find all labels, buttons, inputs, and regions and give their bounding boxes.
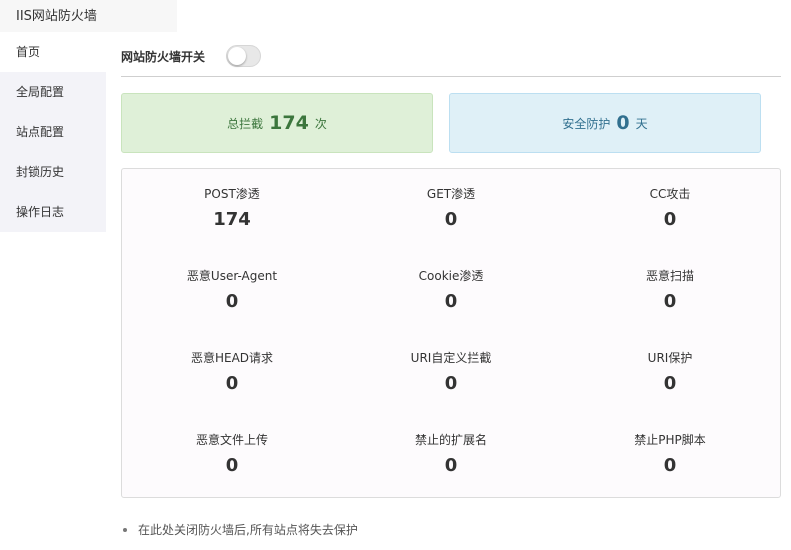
stat-value: 0 xyxy=(225,373,239,394)
total-block-label: 总拦截 xyxy=(227,116,264,131)
total-block-count: 174 xyxy=(269,112,309,134)
total-block-card: 总拦截 174 次 xyxy=(121,93,433,153)
safe-days-card: 安全防护 0 天 xyxy=(449,93,761,153)
stat-label: 禁止PHP脚本 xyxy=(634,433,706,447)
stat-value: 0 xyxy=(225,455,239,476)
stat-value: 0 xyxy=(444,373,458,394)
stat-uri-custom-block: URI自定义拦截 0 xyxy=(361,349,541,394)
safe-days-count: 0 xyxy=(616,112,630,134)
stat-get-penetration: GET渗透 0 xyxy=(361,185,541,230)
stat-malicious-user-agent: 恶意User-Agent 0 xyxy=(142,267,322,312)
sidebar: 首页 全局配置 站点配置 封锁历史 操作日志 xyxy=(0,32,106,232)
stat-uri-protection: URI保护 0 xyxy=(580,349,760,394)
stat-label: 禁止的扩展名 xyxy=(414,433,487,447)
stat-value: 0 xyxy=(663,291,677,312)
sidebar-item-home[interactable]: 首页 xyxy=(0,32,106,72)
stat-label: 恶意User-Agent xyxy=(186,269,278,283)
sidebar-item-block-history[interactable]: 封锁历史 xyxy=(0,152,106,192)
sidebar-item-operation-log[interactable]: 操作日志 xyxy=(0,192,106,232)
stat-value: 0 xyxy=(663,209,677,230)
stat-value: 0 xyxy=(663,455,677,476)
stat-forbid-php-script: 禁止PHP脚本 0 xyxy=(580,431,760,476)
stat-value: 174 xyxy=(213,209,251,230)
stat-value: 0 xyxy=(444,291,458,312)
stat-malicious-file-upload: 恶意文件上传 0 xyxy=(142,431,322,476)
firewall-toggle[interactable] xyxy=(226,45,261,67)
stat-label: 恶意文件上传 xyxy=(195,433,268,447)
window-title-bar: IIS网站防火墙 xyxy=(0,0,177,32)
stat-value: 0 xyxy=(663,373,677,394)
sidebar-item-global-config[interactable]: 全局配置 xyxy=(0,72,106,112)
stat-value: 0 xyxy=(225,291,239,312)
total-block-unit: 次 xyxy=(314,116,327,131)
stat-label: 恶意扫描 xyxy=(645,269,694,283)
stat-label: CC攻击 xyxy=(649,187,691,201)
sidebar-item-site-config[interactable]: 站点配置 xyxy=(0,112,106,152)
stat-label: 恶意HEAD请求 xyxy=(190,351,274,365)
divider xyxy=(121,76,781,77)
stat-post-penetration: POST渗透 174 xyxy=(142,185,322,230)
window-title: IIS网站防火墙 xyxy=(16,9,97,24)
stat-label: URI保护 xyxy=(647,351,693,365)
stat-label: URI自定义拦截 xyxy=(410,351,492,365)
stat-malicious-head-request: 恶意HEAD请求 0 xyxy=(142,349,322,394)
note-item: 在此处关闭防火墙后,所有站点将失去保护 xyxy=(121,520,358,540)
notes-list: 在此处关闭防火墙后,所有站点将失去保护 xyxy=(121,520,358,540)
toggle-knob xyxy=(228,47,246,65)
stat-label: GET渗透 xyxy=(426,187,476,201)
attack-stats-panel: POST渗透 174 GET渗透 0 CC攻击 0 恶意User-Agent 0… xyxy=(121,168,781,498)
stat-value: 0 xyxy=(444,455,458,476)
safe-days-label: 安全防护 xyxy=(562,116,611,131)
stat-cc-attack: CC攻击 0 xyxy=(580,185,760,230)
stat-label: POST渗透 xyxy=(204,187,260,201)
stat-cookie-penetration: Cookie渗透 0 xyxy=(361,267,541,312)
firewall-switch-label: 网站防火墙开关 xyxy=(121,50,206,64)
stat-value: 0 xyxy=(444,209,458,230)
stat-forbidden-extension: 禁止的扩展名 0 xyxy=(361,431,541,476)
stat-label: Cookie渗透 xyxy=(418,269,484,283)
safe-days-unit: 天 xyxy=(635,116,648,131)
stat-malicious-scan: 恶意扫描 0 xyxy=(580,267,760,312)
